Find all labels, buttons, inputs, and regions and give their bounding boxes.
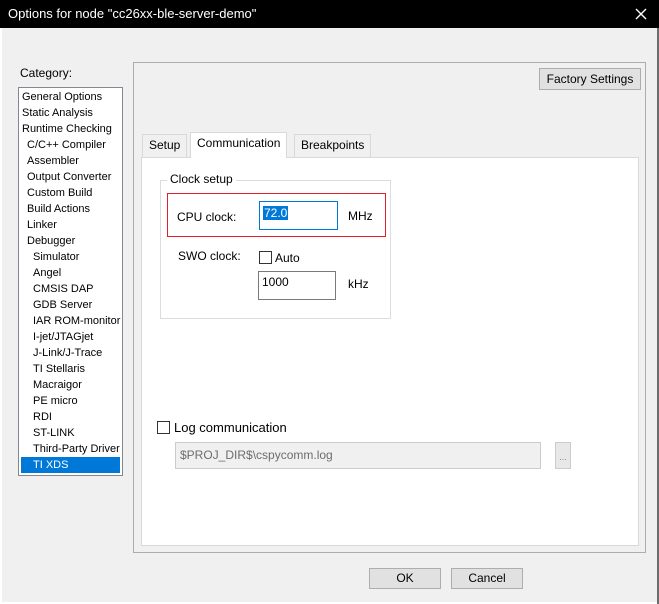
close-icon[interactable] [633,0,649,28]
category-label: Category: [20,66,73,80]
cpu-clock-label: CPU clock: [177,210,237,224]
category-item-ti-stellaris[interactable]: TI Stellaris [19,361,122,377]
category-item-simulator[interactable]: Simulator [19,249,122,265]
ok-button[interactable]: OK [369,568,441,589]
swo-clock-input[interactable]: 1000 [258,271,336,300]
category-item-third-party-driver[interactable]: Third-Party Driver [19,441,122,457]
category-item-c-cpp-compiler[interactable]: C/C++ Compiler [19,137,122,153]
category-item-output-converter[interactable]: Output Converter [19,169,122,185]
swo-auto-checkbox[interactable] [259,251,272,264]
category-item-st-link[interactable]: ST-LINK [19,425,122,441]
category-item-assembler[interactable]: Assembler [19,153,122,169]
category-item-linker[interactable]: Linker [19,217,122,233]
swo-clock-label: SWO clock: [178,249,241,263]
category-item-iar-rom-monitor[interactable]: IAR ROM-monitor [19,313,122,329]
cpu-clock-value: 72.0 [263,206,289,220]
swo-clock-unit: kHz [348,277,369,291]
category-item-general-options[interactable]: General Options [19,89,122,105]
category-item-j-link[interactable]: J-Link/J-Trace [19,345,122,361]
category-item-debugger[interactable]: Debugger [19,233,122,249]
category-item-rdi[interactable]: RDI [19,409,122,425]
category-item-pe-micro[interactable]: PE micro [19,393,122,409]
cpu-clock-input[interactable]: 72.0 [259,201,338,230]
tab-setup[interactable]: Setup [142,134,188,157]
log-path-field: $PROJ_DIR$\cspycomm.log [175,442,541,469]
title-bar: Options for node "cc26xx-ble-server-demo… [0,0,659,28]
category-item-i-jet[interactable]: I-jet/JTAGjet [19,329,122,345]
log-communication-label: Log communication [174,420,287,435]
browse-button: ... [555,442,571,469]
category-item-runtime-checking[interactable]: Runtime Checking [19,121,122,137]
category-item-build-actions[interactable]: Build Actions [19,201,122,217]
factory-settings-button[interactable]: Factory Settings [539,68,641,90]
log-communication-checkbox[interactable] [157,421,170,434]
category-list[interactable]: General Options Static Analysis Runtime … [18,87,123,476]
tab-communication[interactable]: Communication [190,132,288,158]
category-item-gdb-server[interactable]: GDB Server [19,297,122,313]
tab-breakpoints[interactable]: Breakpoints [294,134,372,157]
category-item-custom-build[interactable]: Custom Build [19,185,122,201]
window-title: Options for node "cc26xx-ble-server-demo… [8,6,257,21]
category-item-macraigor[interactable]: Macraigor [19,377,122,393]
cancel-button[interactable]: Cancel [451,568,523,589]
category-item-angel[interactable]: Angel [19,265,122,281]
category-item-cmsis-dap[interactable]: CMSIS DAP [19,281,122,297]
category-item-ti-xds[interactable]: TI XDS [21,457,120,473]
category-item-static-analysis[interactable]: Static Analysis [19,105,122,121]
cpu-clock-unit: MHz [348,209,373,223]
clock-setup-label: Clock setup [167,172,236,186]
swo-auto-label: Auto [275,251,300,265]
